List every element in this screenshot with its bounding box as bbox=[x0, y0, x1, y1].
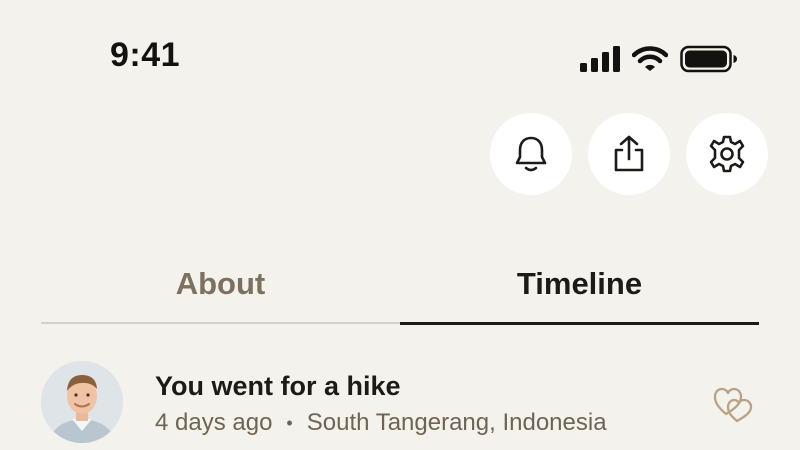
notifications-button[interactable] bbox=[490, 113, 572, 195]
share-icon bbox=[611, 134, 647, 174]
timeline-item[interactable]: You went for a hike 4 days ago • South T… bbox=[41, 361, 759, 450]
timeline-item-title: You went for a hike bbox=[155, 371, 401, 401]
cellular-signal-icon bbox=[580, 46, 620, 72]
profile-tabs: About Timeline bbox=[41, 255, 759, 327]
tab-timeline[interactable]: Timeline bbox=[400, 255, 759, 327]
tab-about[interactable]: About bbox=[41, 255, 400, 327]
share-button[interactable] bbox=[588, 113, 670, 195]
wifi-icon bbox=[632, 46, 668, 72]
avatar bbox=[41, 361, 123, 443]
gear-icon bbox=[707, 134, 747, 174]
status-icons bbox=[580, 43, 738, 75]
timeline-item-location: South Tangerang, Indonesia bbox=[306, 409, 607, 436]
timeline-item-time: 4 days ago bbox=[155, 409, 273, 436]
profile-screen: 9:41 About Timeline You went for a hike … bbox=[0, 0, 800, 450]
status-time: 9:41 bbox=[110, 36, 181, 74]
timeline-item-meta: 4 days ago • South Tangerang, Indonesia bbox=[155, 409, 607, 437]
profile-actions bbox=[490, 113, 768, 195]
settings-button[interactable] bbox=[686, 113, 768, 195]
meta-separator: • bbox=[286, 412, 293, 433]
bell-icon bbox=[514, 135, 548, 173]
react-button[interactable] bbox=[713, 383, 753, 423]
hearts-icon bbox=[713, 387, 753, 427]
battery-icon bbox=[680, 45, 738, 73]
